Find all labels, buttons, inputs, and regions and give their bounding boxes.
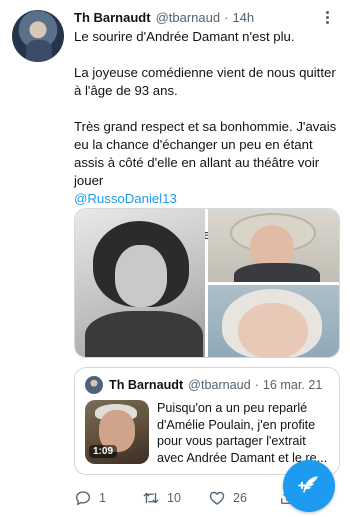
video-duration-badge: 1:09 [89,445,118,458]
tweet-time[interactable]: 14h [232,10,254,25]
photo-portrait-bw[interactable] [75,209,205,357]
author-avatar[interactable] [12,10,64,62]
tweet-header: Th Barnaudt @tbarnaud · 14h [74,7,336,27]
photo-hat-smiling[interactable] [208,209,339,282]
media-grid [74,208,340,358]
quoted-date: 16 mar. 21 [262,378,323,392]
compose-feather-icon [298,476,318,493]
separator-dot: · [224,9,229,25]
retweet-count: 10 [167,491,181,505]
like-button[interactable]: 26 [208,488,247,508]
reply-icon [75,491,91,506]
compose-tweet-button[interactable] [283,460,335,512]
retweet-icon [143,492,159,504]
quoted-author-handle: @tbarnaud [188,378,251,392]
more-icon[interactable] [318,8,336,26]
retweet-button[interactable]: 10 [142,488,181,508]
mention-link[interactable]: @RussoDaniel13 [74,191,177,206]
tweet-paragraph: Très grand respect et sa bonhommie. J'av… [74,119,337,188]
quoted-video-thumbnail[interactable]: 1:09 [85,400,149,464]
quoted-author-name: Th Barnaudt [109,378,184,392]
tweet-paragraph: Le sourire d'Andrée Damant n'est plu. [74,29,295,44]
tweet[interactable]: Th Barnaudt @tbarnaud · 14h Le sourire d… [0,0,350,517]
quoted-tweet[interactable]: Th Barnaudt @tbarnaud · 16 mar. 21 1:09 … [74,367,340,475]
reply-count: 1 [99,491,106,505]
author-name[interactable]: Th Barnaudt [74,10,151,25]
tweet-paragraph: La joyeuse comédienne vient de nous quit… [74,65,336,98]
quoted-header: Th Barnaudt @tbarnaud · 16 mar. 21 [85,376,322,394]
quoted-text: Puisqu'on a un peu reparlé d'Amélie Poul… [157,401,328,465]
like-count: 26 [233,491,247,505]
photo-elderly-portrait[interactable] [208,285,339,357]
tweet-actions: 1 10 26 [74,488,294,508]
heart-icon [209,491,225,505]
author-handle[interactable]: @tbarnaud [156,10,221,25]
quoted-avatar [85,376,103,394]
separator-dot: · [254,378,259,392]
mention-line: @RussoDaniel13 [74,190,340,208]
reply-button[interactable]: 1 [74,488,106,508]
